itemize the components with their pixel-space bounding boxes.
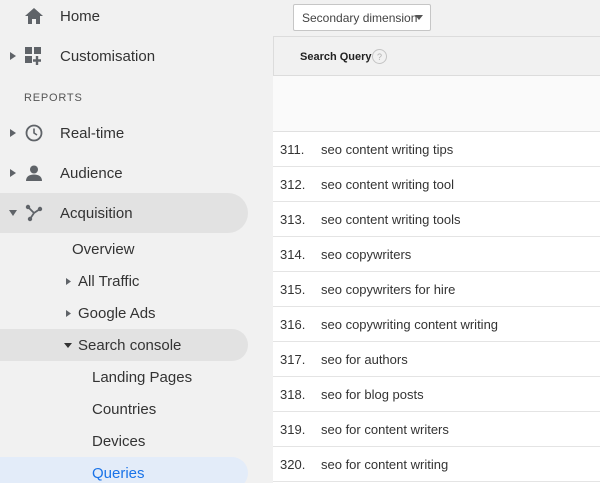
row-number: 315.	[280, 281, 306, 297]
search-query-link[interactable]: seo for blog posts	[321, 387, 424, 402]
row-number: 313.	[280, 211, 306, 227]
caret-right-icon	[8, 51, 18, 61]
table-row: 313. seo content writing tools	[273, 202, 600, 237]
caret-right-icon	[8, 128, 18, 138]
sidebar-item-label: Countries	[92, 400, 157, 418]
sidebar-item-label: Real-time	[60, 124, 125, 142]
sidebar-item-realtime[interactable]: Real-time	[0, 113, 273, 153]
table-row: 316. seo copywriting content writing	[273, 307, 600, 342]
sidebar-item-label: Acquisition	[60, 204, 133, 222]
secondary-dimension-label: Secondary dimension	[302, 10, 418, 25]
acquisition-icon	[24, 203, 44, 223]
sidebar-item-overview[interactable]: Overview	[0, 233, 273, 265]
sidebar-item-devices[interactable]: Devices	[0, 425, 273, 457]
row-number: 319.	[280, 421, 306, 437]
row-number: 318.	[280, 386, 306, 402]
search-query-link[interactable]: seo content writing tips	[321, 142, 453, 157]
sidebar-item-landing-pages[interactable]: Landing Pages	[0, 361, 273, 393]
sidebar-item-label: Queries	[92, 464, 145, 482]
sidebar-item-label: Overview	[72, 240, 135, 258]
sidebar-item-home[interactable]: Home	[0, 0, 273, 36]
caret-right-icon	[8, 168, 18, 178]
table-body: 311. seo content writing tips 312. seo cont…	[273, 132, 600, 482]
person-icon	[24, 163, 44, 183]
search-query-link[interactable]: seo for authors	[321, 352, 408, 367]
sidebar-item-google-ads[interactable]: Google Ads	[0, 297, 273, 329]
sidebar-item-search-console[interactable]: Search console	[0, 329, 248, 361]
sidebar-item-label: Google Ads	[78, 304, 156, 322]
sidebar-item-label: Audience	[60, 164, 123, 182]
sidebar-item-all-traffic[interactable]: All Traffic	[0, 265, 273, 297]
row-number: 314.	[280, 246, 306, 262]
table-row: 317. seo for authors	[273, 342, 600, 377]
row-number: 311.	[280, 141, 305, 157]
search-query-link[interactable]: seo copywriting content writing	[321, 317, 498, 332]
caret-right-icon	[63, 276, 73, 286]
sidebar-item-customisation[interactable]: Customisation	[0, 36, 273, 76]
table-totals-row	[273, 76, 600, 132]
sidebar-item-label: Home	[60, 7, 101, 25]
sidebar-item-queries[interactable]: Queries	[0, 457, 248, 483]
sidebar-item-acquisition[interactable]: Acquisition	[0, 193, 248, 233]
caret-right-icon	[63, 308, 73, 318]
table-row: 320. seo for content writing	[273, 447, 600, 482]
table-row: 314. seo copywriters	[273, 237, 600, 272]
table-row: 311. seo content writing tips	[273, 132, 600, 167]
table-row: 312. seo content writing tool	[273, 167, 600, 202]
home-icon	[24, 6, 44, 26]
search-query-link[interactable]: seo content writing tool	[321, 177, 454, 192]
reports-section-header: REPORTS	[24, 92, 83, 104]
table-row: 319. seo for content writers	[273, 412, 600, 447]
row-number: 312.	[280, 176, 306, 192]
row-number: 316.	[280, 316, 306, 332]
customisation-icon	[24, 46, 44, 66]
search-query-column-header[interactable]: Search Query	[300, 51, 372, 63]
sidebar: Home Customisation REPORTS Real-time Aud…	[0, 0, 273, 483]
search-query-link[interactable]: seo for content writers	[321, 422, 449, 437]
help-icon[interactable]: ?	[372, 49, 387, 64]
sidebar-item-label: Devices	[92, 432, 146, 450]
sidebar-item-label: Customisation	[60, 47, 156, 65]
search-query-link[interactable]: seo copywriters	[321, 247, 411, 262]
chevron-down-icon	[415, 15, 423, 20]
sidebar-item-audience[interactable]: Audience	[0, 153, 273, 193]
caret-down-icon	[63, 340, 73, 350]
sidebar-item-countries[interactable]: Countries	[0, 393, 273, 425]
sidebar-item-label: All Traffic	[78, 272, 140, 290]
table-header: Search Query ?	[273, 36, 600, 76]
search-query-link[interactable]: seo content writing tools	[321, 212, 460, 227]
table-row: 318. seo for blog posts	[273, 377, 600, 412]
table-row: 315. seo copywriters for hire	[273, 272, 600, 307]
clock-icon	[24, 123, 44, 143]
search-query-link[interactable]: seo for content writing	[321, 457, 448, 472]
row-number: 317.	[280, 351, 306, 367]
row-number: 320.	[280, 456, 306, 472]
sidebar-item-label: Landing Pages	[92, 368, 193, 386]
report-main: Secondary dimension Search Query ? 311. s…	[273, 0, 600, 483]
table-toolbar: Secondary dimension	[273, 0, 600, 36]
search-query-link[interactable]: seo copywriters for hire	[321, 282, 455, 297]
secondary-dimension-dropdown[interactable]: Secondary dimension	[293, 4, 431, 31]
sidebar-item-label: Search console	[78, 336, 182, 354]
caret-down-icon	[8, 208, 18, 218]
